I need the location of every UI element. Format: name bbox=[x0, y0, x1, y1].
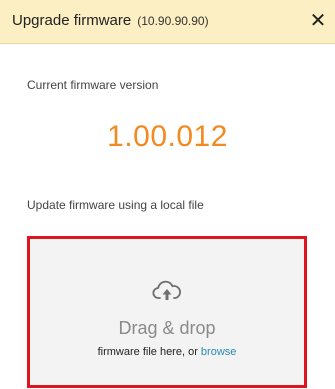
file-dropzone[interactable]: Drag & drop firmware file here, or brows… bbox=[27, 236, 307, 388]
dropzone-title: Drag & drop bbox=[118, 318, 216, 338]
current-version-label: Current firmware version bbox=[27, 78, 159, 92]
upgrade-firmware-dialog: Upgrade firmware (10.90.90.90) ✕ Current … bbox=[0, 0, 335, 389]
dropzone-subtitle-text: firmware file here, or bbox=[97, 346, 201, 358]
dialog-title-text: Upgrade firmware bbox=[12, 12, 132, 29]
device-ip: (10.90.90.90) bbox=[137, 14, 209, 28]
dialog-title: Upgrade firmware (10.90.90.90) bbox=[12, 12, 209, 29]
current-version-value: 1.00.012 bbox=[107, 120, 228, 153]
dialog-header: Upgrade firmware (10.90.90.90) ✕ bbox=[0, 0, 335, 44]
close-button[interactable]: ✕ bbox=[307, 10, 329, 32]
dropzone-subtitle: firmware file here, or browse bbox=[30, 346, 304, 358]
close-icon: ✕ bbox=[309, 10, 327, 32]
update-label: Update firmware using a local file bbox=[27, 198, 204, 212]
cloud-upload-icon bbox=[152, 280, 181, 300]
browse-link[interactable]: browse bbox=[201, 346, 236, 358]
